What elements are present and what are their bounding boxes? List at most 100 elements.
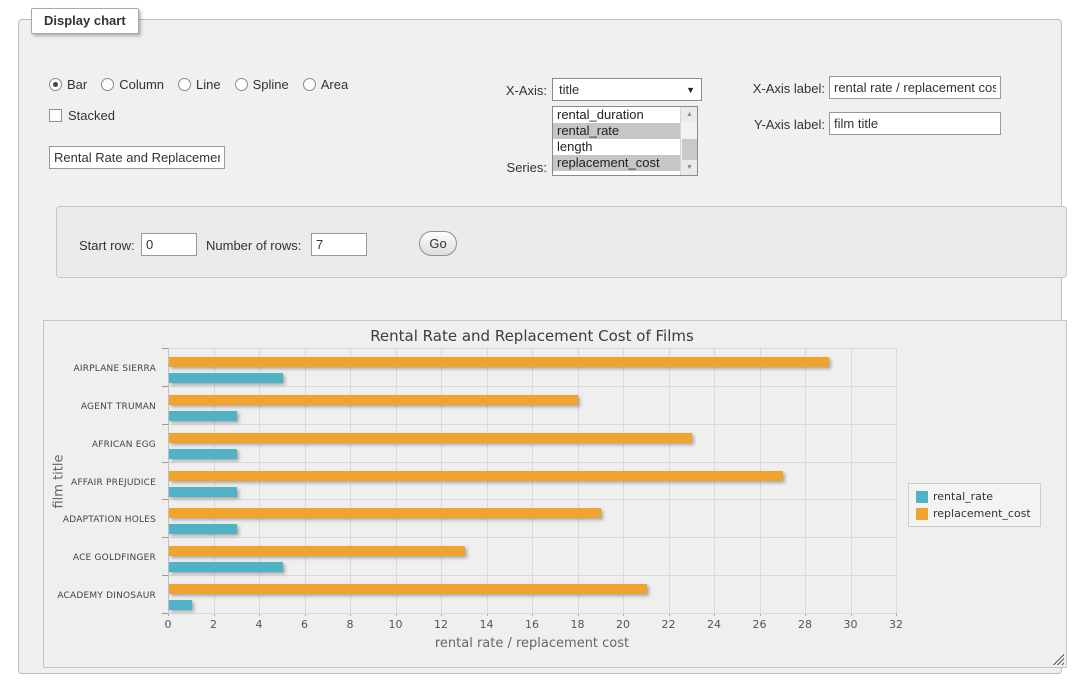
x-axis-label-label: X-Axis label: xyxy=(719,81,825,96)
fieldset-legend: Display chart xyxy=(31,8,139,34)
gridline-v xyxy=(896,348,897,613)
chart-title: Rental Rate and Replacement Cost of Film… xyxy=(168,327,896,345)
resize-handle-icon[interactable] xyxy=(1052,653,1064,665)
series-scrollbar[interactable]: ▲ ▼ xyxy=(680,107,697,175)
gridline-h xyxy=(168,613,896,614)
legend-swatch xyxy=(916,508,928,520)
y-axis-label-input[interactable] xyxy=(829,112,1001,135)
legend-label: replacement_cost xyxy=(933,507,1031,520)
bar-replacement_cost xyxy=(169,508,601,518)
radio-label: Spline xyxy=(253,77,289,92)
x-tick-label: 16 xyxy=(512,618,552,631)
x-tick-label: 4 xyxy=(239,618,279,631)
go-button[interactable]: Go xyxy=(419,231,457,256)
category-label: AIRPLANE SIERRA xyxy=(44,364,156,374)
start-row-input[interactable] xyxy=(141,233,197,256)
series-option-replacement_cost[interactable]: replacement_cost xyxy=(553,155,681,171)
series-listbox[interactable]: rental_durationrental_ratelengthreplacem… xyxy=(552,106,698,176)
radio-label: Line xyxy=(196,77,221,92)
bar-rental_rate xyxy=(169,600,192,610)
x-axis-tick xyxy=(896,613,897,616)
gridline-h xyxy=(168,424,896,425)
bar-rental_rate xyxy=(169,562,283,572)
radio-icon[interactable] xyxy=(178,78,191,91)
legend-item-replacement_cost[interactable]: replacement_cost xyxy=(916,507,1031,520)
start-row-label: Start row: xyxy=(79,238,141,253)
chart-type-radios: Bar Column Line Spline Area xyxy=(49,77,348,92)
stacked-checkbox-row[interactable]: Stacked xyxy=(49,108,115,123)
radio-spline[interactable]: Spline xyxy=(235,77,289,92)
chart-title-input[interactable] xyxy=(49,146,225,169)
radio-icon[interactable] xyxy=(235,78,248,91)
x-tick-label: 26 xyxy=(740,618,780,631)
x-tick-label: 28 xyxy=(785,618,825,631)
radio-label: Area xyxy=(321,77,348,92)
bar-rental_rate xyxy=(169,449,237,459)
x-tick-label: 0 xyxy=(148,618,188,631)
plot-area xyxy=(168,348,896,613)
gridline-h xyxy=(168,499,896,500)
scrollbar-thumb[interactable] xyxy=(682,139,697,160)
bar-rental_rate xyxy=(169,411,237,421)
x-tick-label: 2 xyxy=(194,618,234,631)
bar-replacement_cost xyxy=(169,357,829,367)
legend-label: rental_rate xyxy=(933,490,993,503)
dropdown-arrow-icon: ▼ xyxy=(686,85,695,95)
bar-replacement_cost xyxy=(169,395,578,405)
radio-area[interactable]: Area xyxy=(303,77,348,92)
gridline-v xyxy=(805,348,806,613)
x-tick-label: 18 xyxy=(558,618,598,631)
radio-column[interactable]: Column xyxy=(101,77,164,92)
scroll-down-icon[interactable]: ▼ xyxy=(681,160,698,175)
radio-label: Column xyxy=(119,77,164,92)
radio-bar[interactable]: Bar xyxy=(49,77,87,92)
bar-replacement_cost xyxy=(169,471,783,481)
radio-icon[interactable] xyxy=(49,78,62,91)
legend-item-rental_rate[interactable]: rental_rate xyxy=(916,490,1031,503)
legend-swatch xyxy=(916,491,928,503)
scroll-up-icon[interactable]: ▲ xyxy=(681,107,698,122)
category-label: AGENT TRUMAN xyxy=(44,402,156,412)
category-label: ACADEMY DINOSAUR xyxy=(44,591,156,601)
radio-line[interactable]: Line xyxy=(178,77,221,92)
bar-rental_rate xyxy=(169,373,283,383)
gridline-h xyxy=(168,575,896,576)
bar-rental_rate xyxy=(169,487,237,497)
x-axis-select-value: title xyxy=(559,82,686,97)
x-axis-label-input[interactable] xyxy=(829,76,1001,99)
x-tick-label: 20 xyxy=(603,618,643,631)
series-option-rental_duration[interactable]: rental_duration xyxy=(553,107,681,123)
x-tick-label: 8 xyxy=(330,618,370,631)
x-tick-label: 24 xyxy=(694,618,734,631)
radio-icon[interactable] xyxy=(303,78,316,91)
gridline-h xyxy=(168,348,896,349)
y-axis-tick xyxy=(162,613,168,614)
gridline-h xyxy=(168,537,896,538)
x-axis-select[interactable]: title ▼ xyxy=(552,78,702,101)
series-option-length[interactable]: length xyxy=(553,139,681,155)
y-axis-label-label: Y-Axis label: xyxy=(719,117,825,132)
radio-icon[interactable] xyxy=(101,78,114,91)
gridline-h xyxy=(168,462,896,463)
x-tick-label: 10 xyxy=(376,618,416,631)
gridline-v xyxy=(851,348,852,613)
num-rows-input[interactable] xyxy=(311,233,367,256)
bar-replacement_cost xyxy=(169,433,692,443)
chart-x-axis-title: rental rate / replacement cost xyxy=(168,636,896,651)
x-tick-label: 32 xyxy=(876,618,916,631)
series-options: rental_durationrental_ratelengthreplacem… xyxy=(553,107,697,171)
chart-container: Rental Rate and Replacement Cost of Film… xyxy=(43,320,1067,668)
chart-y-axis-title: film title xyxy=(52,437,67,527)
series-select-label: Series: xyxy=(449,160,547,175)
x-tick-label: 6 xyxy=(285,618,325,631)
display-chart-fieldset: Display chart BarColumnLineSplineArea St… xyxy=(18,19,1062,674)
chart-x-tick-labels: 02468101214161820222426283032 xyxy=(168,618,896,632)
category-label: ACE GOLDFINGER xyxy=(44,553,156,563)
series-option-rental_rate[interactable]: rental_rate xyxy=(553,123,681,139)
x-tick-label: 14 xyxy=(467,618,507,631)
chart-legend: rental_rate replacement_cost xyxy=(908,483,1041,527)
bar-replacement_cost xyxy=(169,546,465,556)
stacked-label: Stacked xyxy=(68,108,115,123)
bar-replacement_cost xyxy=(169,584,647,594)
stacked-checkbox[interactable] xyxy=(49,109,62,122)
